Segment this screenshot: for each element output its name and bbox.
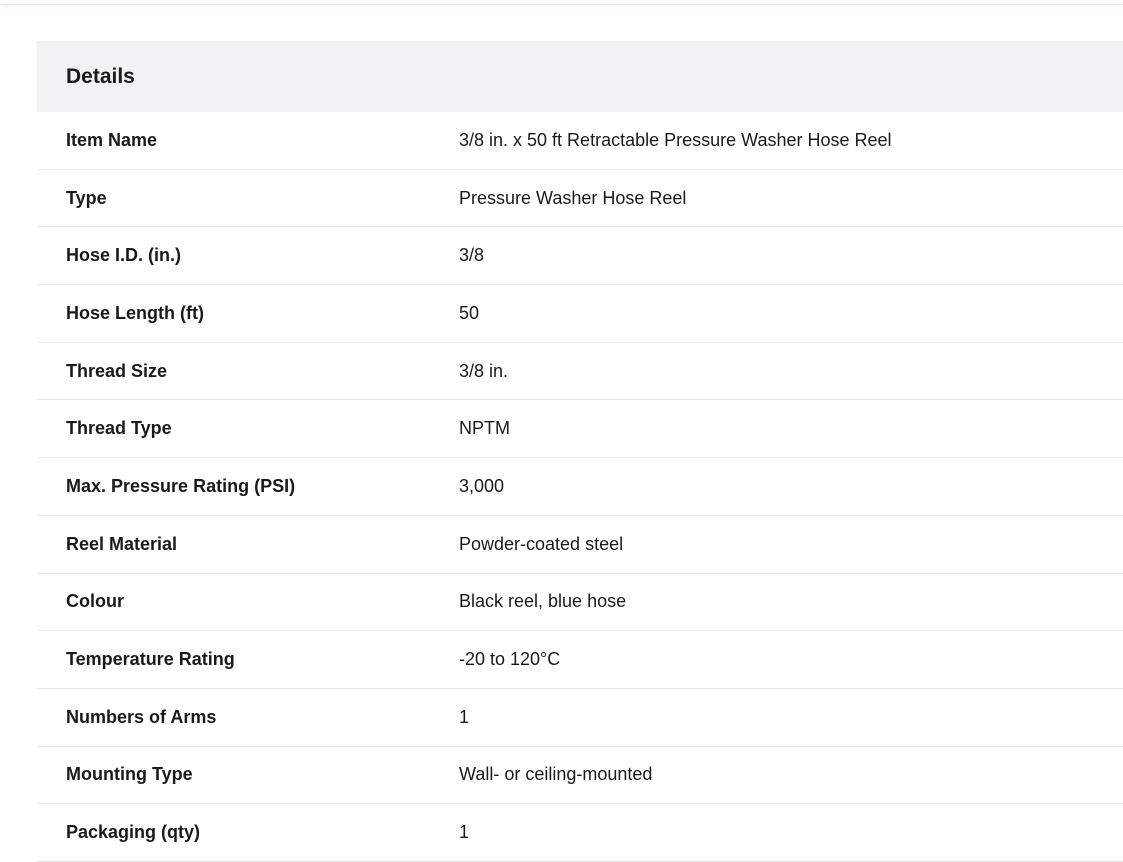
spec-label: Max. Pressure Rating (PSI) bbox=[66, 475, 296, 496]
spec-row-hose-id: Hose I.D. (in.) 3/8 bbox=[37, 227, 1123, 286]
spec-row-packaging-qty: Packaging (qty) 1 bbox=[37, 804, 1123, 862]
spec-label: Hose Length (ft) bbox=[66, 302, 204, 323]
spec-row-number-of-arms: Numbers of Arms 1 bbox=[37, 689, 1123, 747]
spec-value: NPTM bbox=[459, 418, 510, 439]
spec-label: Numbers of Arms bbox=[66, 706, 217, 727]
spec-row-mounting-type: Mounting Type Wall- or ceiling-mounted bbox=[37, 747, 1123, 805]
spec-value: 3,000 bbox=[459, 475, 505, 496]
details-panel: Details Item Name 3/8 in. x 50 ft Retrac… bbox=[37, 41, 1123, 862]
spec-value: 1 bbox=[459, 706, 470, 727]
spec-label: Thread Type bbox=[66, 418, 172, 439]
spec-row-temperature-rating: Temperature Rating -20 to 120°C bbox=[37, 631, 1123, 689]
spec-value: Pressure Washer Hose Reel bbox=[459, 187, 687, 208]
top-bar-edge bbox=[0, 0, 1123, 5]
spec-label: Reel Material bbox=[66, 533, 178, 554]
details-title: Details bbox=[66, 64, 135, 88]
spec-label: Temperature Rating bbox=[66, 649, 235, 670]
spec-label: Packaging (qty) bbox=[66, 822, 201, 843]
spec-value: 3/8 in. bbox=[459, 360, 509, 381]
spec-row-hose-length: Hose Length (ft) 50 bbox=[37, 285, 1123, 343]
spec-value: 1 bbox=[459, 822, 470, 843]
spec-value: 3/8 bbox=[459, 245, 485, 266]
spec-label: Hose I.D. (in.) bbox=[66, 245, 182, 266]
spec-row-thread-size: Thread Size 3/8 in. bbox=[37, 343, 1123, 401]
spec-row-type: Type Pressure Washer Hose Reel bbox=[37, 170, 1123, 228]
details-header: Details bbox=[37, 41, 1123, 112]
spec-row-max-pressure: Max. Pressure Rating (PSI) 3,000 bbox=[37, 458, 1123, 516]
spec-label: Colour bbox=[66, 591, 124, 612]
spec-value: Powder-coated steel bbox=[459, 533, 624, 554]
spec-value: 50 bbox=[459, 302, 480, 323]
spec-label: Item Name bbox=[66, 129, 158, 150]
spec-value: Wall- or ceiling-mounted bbox=[459, 764, 653, 785]
spec-value: 3/8 in. x 50 ft Retractable Pressure Was… bbox=[459, 129, 892, 150]
spec-row-reel-material: Reel Material Powder-coated steel bbox=[37, 516, 1123, 574]
spec-label: Thread Size bbox=[66, 360, 168, 381]
spec-row-colour: Colour Black reel, blue hose bbox=[37, 574, 1123, 632]
spec-row-item-name: Item Name 3/8 in. x 50 ft Retractable Pr… bbox=[37, 112, 1123, 170]
spec-label: Type bbox=[66, 187, 107, 208]
spec-label: Mounting Type bbox=[66, 764, 193, 785]
spec-value: Black reel, blue hose bbox=[459, 591, 627, 612]
spec-value: -20 to 120°C bbox=[459, 649, 561, 670]
spec-row-thread-type: Thread Type NPTM bbox=[37, 400, 1123, 459]
